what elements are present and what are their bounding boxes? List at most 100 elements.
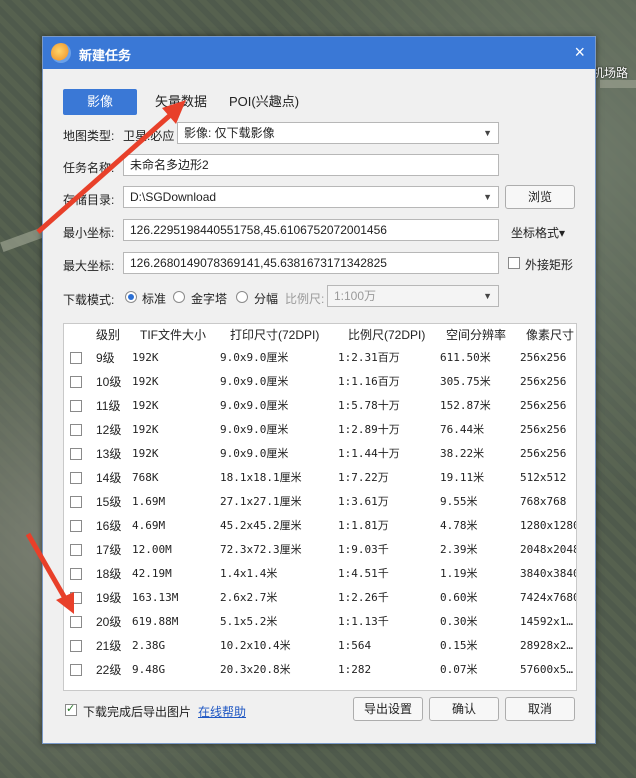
col-header-resolution[interactable]: 空间分辨率 — [446, 324, 506, 346]
mode-standard-radio[interactable] — [125, 291, 137, 303]
col-header-scale[interactable]: 比例尺(72DPI) — [348, 324, 425, 346]
map-type-dropdown[interactable]: 影像: 仅下载影像 ▼ — [177, 122, 499, 144]
cell-print: 18.1x18.1厘米 — [220, 471, 302, 484]
cell-scale: 1:9.03千 — [338, 543, 389, 556]
close-icon[interactable]: × — [574, 42, 585, 63]
dialog-title: 新建任务 — [79, 48, 132, 63]
outer-rect-label: 外接矩形 — [525, 258, 574, 272]
export-settings-button[interactable]: 导出设置 — [353, 697, 423, 721]
cell-px: 256x256 — [520, 423, 567, 436]
cell-px: 512x512 — [520, 471, 567, 484]
cell-res: 611.50米 — [440, 351, 491, 364]
map-place-label: 机场路 — [592, 66, 629, 80]
scale-dropdown[interactable]: 1:100万 ▼ — [327, 285, 499, 307]
cell-print: 9.0x9.0厘米 — [220, 399, 289, 412]
cell-level: 22级 — [96, 663, 122, 677]
row-checkbox[interactable] — [70, 448, 82, 460]
table-row[interactable]: 21级 2.38G 10.2x10.4米 1:564 0.15米 28928x2… — [64, 634, 576, 658]
col-header-level[interactable]: 级别 — [96, 324, 120, 346]
export-after-checkbox[interactable]: ✓ — [65, 703, 77, 716]
cell-scale: 1:1.44十万 — [338, 447, 400, 460]
outer-rect-checkbox[interactable] — [508, 257, 520, 269]
cell-size: 192K — [132, 447, 159, 460]
cell-res: 9.55米 — [440, 495, 478, 508]
table-row[interactable]: 17级 12.00M 72.3x72.3厘米 1:9.03千 2.39米 2048x204… — [64, 538, 576, 562]
cell-size: 1.69M — [132, 495, 166, 508]
table-row[interactable]: 9级 192K 9.0x9.0厘米 1:2.31百万 611.50米 256x256 — [64, 346, 576, 370]
cell-level: 19级 — [96, 591, 122, 605]
ok-button[interactable]: 确认 — [429, 697, 499, 721]
table-row[interactable]: 22级 9.48G 20.3x20.8米 1:282 0.07米 57600x5… — [64, 658, 576, 682]
cell-scale: 1:1.81万 — [338, 519, 389, 532]
cell-print: 10.2x10.4米 — [220, 639, 291, 652]
cell-print: 9.0x9.0厘米 — [220, 423, 289, 436]
table-row[interactable]: 15级 1.69M 27.1x27.1厘米 1:3.61万 9.55米 768x768 — [64, 490, 576, 514]
row-checkbox[interactable] — [70, 664, 82, 676]
cell-print: 1.4x1.4米 — [220, 567, 278, 580]
row-checkbox[interactable] — [70, 352, 82, 364]
cell-print: 2.6x2.7米 — [220, 591, 278, 604]
max-coord-input[interactable]: 126.2680149078369141,45.6381673171342825 — [123, 252, 499, 274]
row-checkbox[interactable] — [70, 400, 82, 412]
cell-size: 619.88M — [132, 615, 179, 628]
cell-px: 256x256 — [520, 447, 567, 460]
cell-size: 192K — [132, 375, 159, 388]
table-row[interactable]: 12级 192K 9.0x9.0厘米 1:2.89十万 76.44米 256x256 — [64, 418, 576, 442]
export-after-label: 下载完成后导出图片 — [83, 705, 192, 719]
mode-standard-label: 标准 — [142, 292, 167, 306]
online-help-link[interactable]: 在线帮助 — [198, 703, 246, 720]
cell-level: 15级 — [96, 495, 122, 509]
cell-res: 38.22米 — [440, 447, 485, 460]
col-header-tif-size[interactable]: TIF文件大小 — [140, 324, 206, 346]
tab-poi[interactable]: POI(兴趣点) — [229, 89, 299, 115]
table-row[interactable]: 20级 619.88M 5.1x5.2米 1:1.13千 0.30米 14592x1… — [64, 610, 576, 634]
table-row[interactable]: 13级 192K 9.0x9.0厘米 1:1.44十万 38.22米 256x256 — [64, 442, 576, 466]
coord-format-dropdown[interactable]: 坐标格式▾ — [511, 224, 565, 241]
cell-px: 3840x3840 — [520, 567, 577, 580]
cell-scale: 1:2.31百万 — [338, 351, 400, 364]
caret-down-icon: ▾ — [559, 226, 566, 240]
table-row[interactable]: 18级 42.19M 1.4x1.4米 1:4.51千 1.19米 3840x3840 — [64, 562, 576, 586]
cell-res: 0.60米 — [440, 591, 478, 604]
mode-pyramid-label: 金字塔 — [191, 292, 228, 306]
cell-print: 45.2x45.2厘米 — [220, 519, 302, 532]
cell-level: 20级 — [96, 615, 122, 629]
table-row[interactable]: 14级 768K 18.1x18.1厘米 1:7.22万 19.11米 512x512 — [64, 466, 576, 490]
cell-scale: 1:7.22万 — [338, 471, 389, 484]
cell-print: 9.0x9.0厘米 — [220, 447, 289, 460]
cell-print: 27.1x27.1厘米 — [220, 495, 302, 508]
row-checkbox[interactable] — [70, 496, 82, 508]
cell-scale: 1:2.89十万 — [338, 423, 400, 436]
row-checkbox[interactable] — [70, 424, 82, 436]
cell-size: 9.48G — [132, 663, 166, 676]
cell-res: 152.87米 — [440, 399, 491, 412]
mode-tile-radio[interactable] — [236, 291, 248, 303]
cell-size: 12.00M — [132, 543, 172, 556]
col-header-print-size[interactable]: 打印尺寸(72DPI) — [230, 324, 319, 346]
checkmark-icon: ✓ — [66, 703, 76, 715]
row-checkbox[interactable] — [70, 376, 82, 388]
cell-print: 9.0x9.0厘米 — [220, 375, 289, 388]
row-checkbox[interactable] — [70, 640, 82, 652]
cell-size: 192K — [132, 399, 159, 412]
row-checkbox[interactable] — [70, 472, 82, 484]
cell-res: 0.30米 — [440, 615, 478, 628]
cell-px: 256x256 — [520, 375, 567, 388]
scale-value: 1:100万 — [334, 289, 377, 303]
cell-res: 0.15米 — [440, 639, 478, 652]
app-logo-icon — [51, 43, 71, 63]
table-row[interactable]: 19级 163.13M 2.6x2.7米 1:2.26千 0.60米 7424x7680 — [64, 586, 576, 610]
cell-level: 10级 — [96, 375, 122, 389]
table-row[interactable]: 16级 4.69M 45.2x45.2厘米 1:1.81万 4.78米 1280x1280 — [64, 514, 576, 538]
cancel-button[interactable]: 取消 — [505, 697, 575, 721]
mode-pyramid-radio[interactable] — [173, 291, 185, 303]
cell-size: 2.38G — [132, 639, 166, 652]
col-header-pixel-size[interactable]: 像素尺寸 — [526, 324, 574, 346]
chevron-down-icon: ▼ — [483, 128, 492, 138]
table-row[interactable]: 10级 192K 9.0x9.0厘米 1:1.16百万 305.75米 256x256 — [64, 370, 576, 394]
cell-level: 21级 — [96, 639, 122, 653]
cell-size: 4.69M — [132, 519, 166, 532]
table-row[interactable]: 11级 192K 9.0x9.0厘米 1:5.78十万 152.87米 256x256 — [64, 394, 576, 418]
browse-button[interactable]: 浏览 — [505, 185, 575, 209]
max-coord-label: 最大坐标: — [63, 259, 115, 273]
